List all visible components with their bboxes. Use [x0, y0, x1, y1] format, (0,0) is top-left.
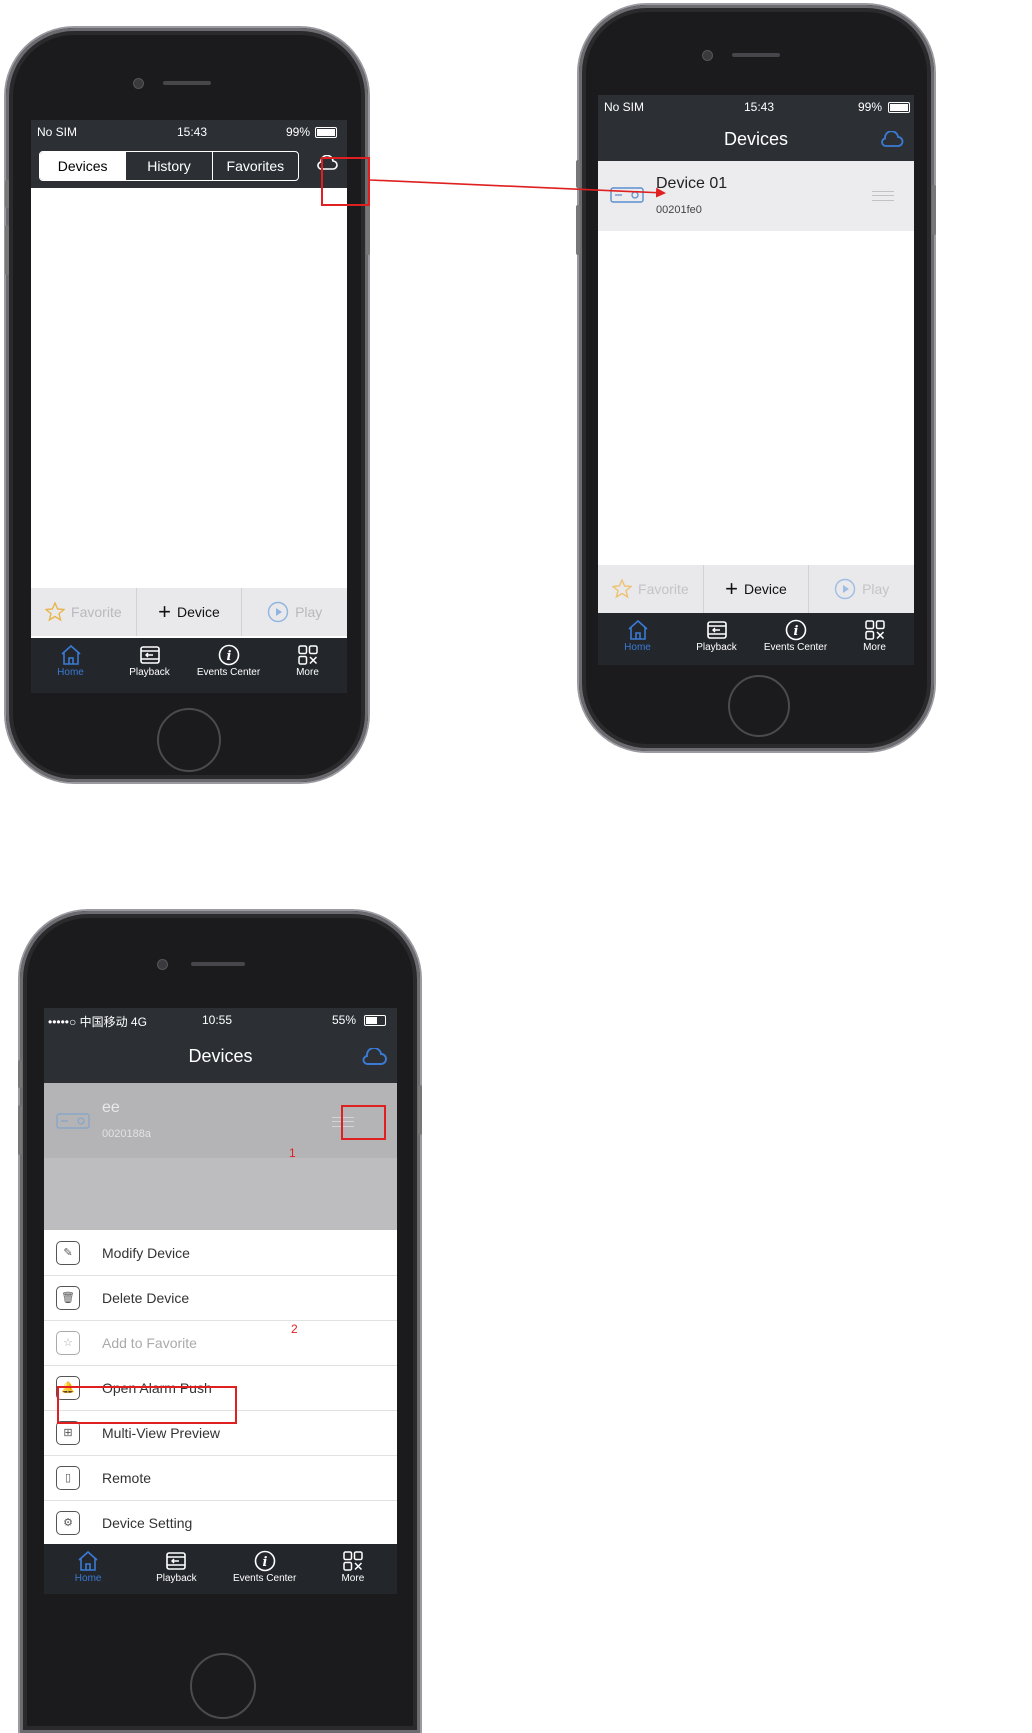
multi-view-preview-label: Multi-View Preview	[102, 1424, 220, 1441]
tab-home-label: Home	[74, 1573, 102, 1584]
star-icon: ☆	[56, 1330, 80, 1355]
multi-view-icon: ⊞	[56, 1420, 80, 1445]
info-icon: i	[254, 1550, 275, 1572]
modify-device-menu-item[interactable]: ✎ Modify Device	[44, 1230, 397, 1276]
carrier-label: •••••○ 中国移动 4G	[48, 1015, 147, 1029]
phone-3: •••••○ 中国移动 4G 10:55 55% Devices ee 0020…	[20, 911, 420, 1733]
cloud-icon[interactable]	[362, 1046, 388, 1072]
device-id: 0020188a	[102, 1128, 151, 1140]
device-setting-menu-item[interactable]: ⚙ Device Setting	[44, 1500, 397, 1545]
svg-text:i: i	[262, 1555, 267, 1570]
menu-handle-highlight-box	[341, 1105, 386, 1140]
home-icon	[78, 1550, 98, 1571]
modify-device-label: Modify Device	[102, 1244, 190, 1261]
remote-label: Remote	[102, 1469, 152, 1486]
page-title: Devices	[188, 1046, 253, 1066]
add-to-favorite-label: Add to Favorite	[102, 1334, 197, 1351]
device-setting-label: Device Setting	[102, 1514, 193, 1531]
device-name: ee	[102, 1099, 120, 1116]
battery-icon	[364, 1015, 386, 1026]
remote-menu-item[interactable]: ▯ Remote	[44, 1455, 397, 1501]
battery-label: 55%	[332, 1013, 357, 1027]
bottom-tab-bar: Home Playback i Events Center More	[44, 1544, 397, 1594]
side-button	[18, 1105, 22, 1155]
tab-playback-label: Playback	[156, 1573, 197, 1584]
tab-more[interactable]: More	[309, 1544, 397, 1594]
delete-device-menu-item[interactable]: 🗑 Delete Device	[44, 1275, 397, 1321]
tab-events-center-label: Events Center	[232, 1573, 297, 1584]
remote-icon: ▯	[56, 1465, 80, 1490]
playback-icon	[166, 1552, 187, 1570]
add-to-favorite-menu-item[interactable]: ☆ Add to Favorite	[44, 1320, 397, 1366]
front-camera	[157, 959, 168, 970]
gear-icon: ⚙	[56, 1510, 80, 1535]
phone-3-screen: •••••○ 中国移动 4G 10:55 55% Devices ee 0020…	[44, 1008, 397, 1635]
annotation-number-2: 2	[291, 1322, 298, 1336]
status-bar: •••••○ 中国移动 4G 10:55 55%	[44, 1008, 397, 1032]
delete-device-label: Delete Device	[102, 1289, 190, 1306]
tab-more-label: More	[341, 1573, 365, 1584]
dvr-device-icon	[56, 1113, 90, 1129]
home-button[interactable]	[190, 1653, 256, 1719]
speaker-grille	[191, 962, 245, 966]
pencil-icon: ✎	[56, 1240, 80, 1265]
alarm-push-highlight-box	[57, 1386, 237, 1424]
bezel-bottom	[44, 1594, 397, 1635]
tab-events-center[interactable]: i Events Center	[221, 1544, 309, 1594]
time-label: 10:55	[202, 1013, 233, 1027]
side-button	[418, 1085, 422, 1135]
side-button	[18, 1060, 22, 1088]
annotation-number-1: 1	[289, 1146, 296, 1160]
nav-bar: •••••○ 中国移动 4G 10:55 55% Devices	[44, 1008, 397, 1083]
trash-icon: 🗑	[56, 1285, 80, 1310]
tab-playback[interactable]: Playback	[132, 1544, 220, 1594]
grid-icon	[343, 1551, 363, 1571]
tab-home[interactable]: Home	[44, 1544, 132, 1594]
